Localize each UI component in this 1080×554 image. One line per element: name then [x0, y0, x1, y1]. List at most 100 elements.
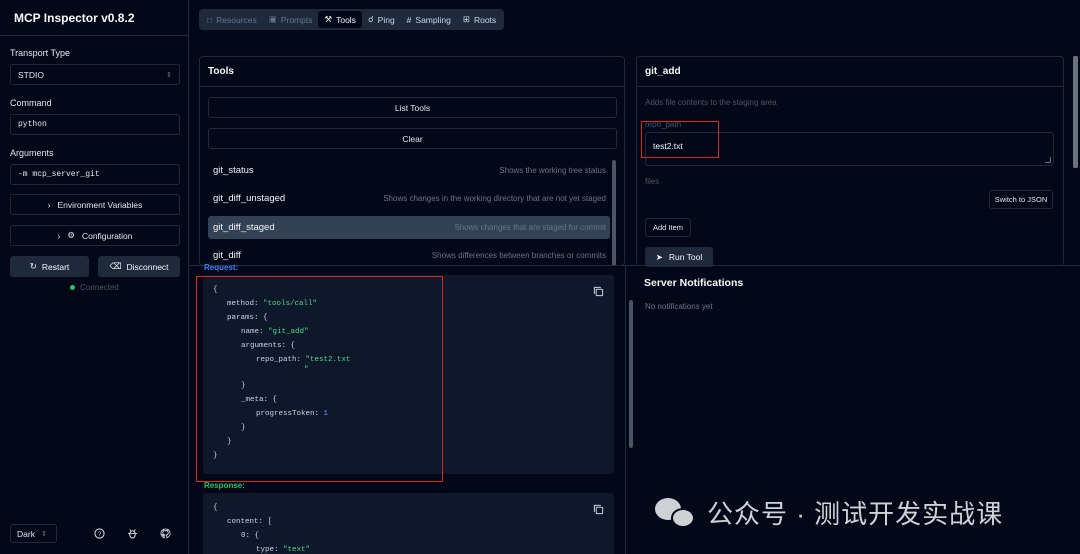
svg-text:?: ?: [97, 530, 101, 537]
gear-icon: ⚙: [67, 230, 75, 240]
request-scrollbar[interactable]: [629, 300, 633, 448]
tab-ping[interactable]: ☌ Ping: [362, 11, 401, 28]
connection-status: Connected: [0, 283, 189, 292]
command-label: Command: [10, 98, 52, 108]
response-label: Response:: [204, 481, 245, 490]
wrench-icon: ⚒: [324, 14, 333, 24]
environment-variables-label: Environment Variables: [57, 199, 143, 210]
resize-handle-icon[interactable]: [1045, 157, 1051, 163]
bug-icon[interactable]: [126, 527, 138, 539]
request-highlight: [196, 276, 443, 482]
request-label: Request:: [204, 263, 239, 272]
tab-roots-label: Roots: [473, 14, 497, 25]
tab-prompts-label: Prompts: [280, 14, 313, 25]
repo-path-highlight: [641, 121, 719, 158]
restart-button[interactable]: ↻ Restart: [10, 256, 89, 277]
files-label: files: [645, 177, 660, 186]
tool-detail-divider: [636, 86, 1064, 87]
arguments-value: -m mcp_server_git: [18, 170, 100, 179]
sidebar-divider: [0, 35, 189, 36]
watermark-text: 公众号 · 测试开发实战课: [707, 499, 1004, 529]
select-chevron-icon: ⇕: [166, 71, 172, 79]
horizontal-divider: [189, 265, 1080, 266]
response-json-viewer: { content: [ 0: { type: "text": [203, 493, 614, 554]
tool-description: Shows differences between branches or co…: [431, 250, 606, 260]
theme-select[interactable]: Dark ⇕: [10, 524, 57, 543]
command-value: python: [18, 120, 47, 129]
tab-tools[interactable]: ⚒ Tools: [318, 11, 362, 28]
server-notifications-title: Server Notifications: [644, 277, 744, 289]
tab-prompts[interactable]: ▣ Prompts: [263, 11, 319, 28]
hash-icon: #: [406, 14, 412, 25]
status-dot-icon: [70, 285, 76, 291]
disconnect-icon: ⌫: [109, 261, 122, 271]
tool-description: Shows changes in the working directory t…: [383, 194, 606, 203]
file-icon: □: [207, 14, 213, 25]
tool-description: Shows the working tree status: [499, 166, 606, 175]
message-icon: ▣: [268, 14, 277, 24]
clear-button[interactable]: Clear: [208, 128, 617, 149]
tab-resources[interactable]: □ Resources: [201, 11, 263, 28]
vertical-divider: [625, 265, 626, 554]
transport-type-label: Transport Type: [10, 48, 71, 58]
connection-status-text: Connected: [80, 283, 119, 292]
switch-to-json-button[interactable]: Switch to JSON: [989, 190, 1053, 209]
tool-item-git-diff-staged[interactable]: git_diff_staged Shows changes that are s…: [208, 216, 610, 239]
configuration-label: Configuration: [81, 230, 133, 241]
theme-value: Dark: [17, 528, 35, 539]
help-icon[interactable]: ?: [93, 527, 105, 539]
disconnect-label: Disconnect: [126, 261, 169, 272]
detail-scrollbar[interactable]: [1073, 56, 1078, 168]
restart-icon: ↻: [29, 261, 37, 271]
tool-name: git_diff: [213, 249, 241, 261]
folder-tree-icon: ⊞: [462, 14, 470, 24]
code-line: content: [: [227, 518, 273, 526]
arguments-label: Arguments: [10, 148, 54, 158]
tool-name: git_diff_staged: [213, 222, 275, 233]
restart-label: Restart: [41, 261, 70, 272]
tab-sampling-label: Sampling: [415, 14, 451, 25]
transport-type-value: STDIO: [18, 69, 44, 80]
tool-item-git-status[interactable]: git_status Shows the working tree status: [208, 159, 610, 182]
arguments-input[interactable]: -m mcp_server_git: [10, 164, 180, 185]
tools-list-scrollbar[interactable]: [612, 160, 616, 266]
run-tool-button[interactable]: ➤ Run Tool: [645, 247, 713, 267]
app-title: MCP Inspector v0.8.2: [14, 11, 135, 25]
configuration-button[interactable]: › ⚙ Configuration: [10, 225, 180, 246]
code-line: 0: {: [241, 532, 260, 540]
tool-detail-title: git_add: [645, 66, 681, 77]
github-icon[interactable]: [159, 527, 171, 539]
tab-sampling[interactable]: # Sampling: [401, 11, 457, 28]
code-line: type: "text": [256, 546, 311, 554]
add-item-button[interactable]: Add Item: [645, 218, 691, 237]
transport-type-select[interactable]: STDIO ⇕: [10, 64, 180, 85]
bell-icon: ☌: [367, 14, 374, 24]
app-root: MCP Inspector v0.8.2 Transport Type STDI…: [0, 0, 1080, 554]
main-tabs: □ Resources ▣ Prompts ⚒ Tools ☌ Ping # S…: [199, 9, 505, 30]
copy-icon[interactable]: [593, 286, 604, 297]
sidebar: MCP Inspector v0.8.2 Transport Type STDI…: [0, 0, 189, 554]
tool-name: git_diff_unstaged: [213, 193, 286, 204]
wechat-logo-icon: [655, 496, 697, 530]
tool-detail-description: Adds file contents to the staging area: [645, 98, 777, 107]
command-input[interactable]: python: [10, 114, 180, 135]
tool-name: git_status: [213, 165, 254, 176]
environment-variables-button[interactable]: › Environment Variables: [10, 194, 180, 215]
tab-ping-label: Ping: [377, 14, 395, 25]
tools-panel-title: Tools: [208, 66, 234, 77]
copy-icon[interactable]: [593, 504, 604, 515]
disconnect-button[interactable]: ⌫ Disconnect: [98, 256, 180, 277]
code-line: {: [213, 504, 218, 512]
chevron-right-icon: ›: [47, 199, 51, 210]
notifications-empty-text: No notifications yet: [645, 302, 713, 311]
watermark: 公众号 · 测试开发实战课: [655, 494, 1003, 531]
run-tool-label: Run Tool: [668, 252, 703, 262]
select-chevron-icon: ⇕: [40, 530, 47, 538]
tools-panel-divider: [199, 86, 625, 87]
tool-description: Shows changes that are staged for commit: [454, 223, 606, 232]
tool-item-git-diff[interactable]: git_diff Shows differences between branc…: [208, 244, 610, 266]
tab-resources-label: Resources: [216, 14, 257, 25]
tab-roots[interactable]: ⊞ Roots: [457, 11, 502, 28]
list-tools-button[interactable]: List Tools: [208, 97, 617, 118]
tool-item-git-diff-unstaged[interactable]: git_diff_unstaged Shows changes in the w…: [208, 187, 610, 210]
